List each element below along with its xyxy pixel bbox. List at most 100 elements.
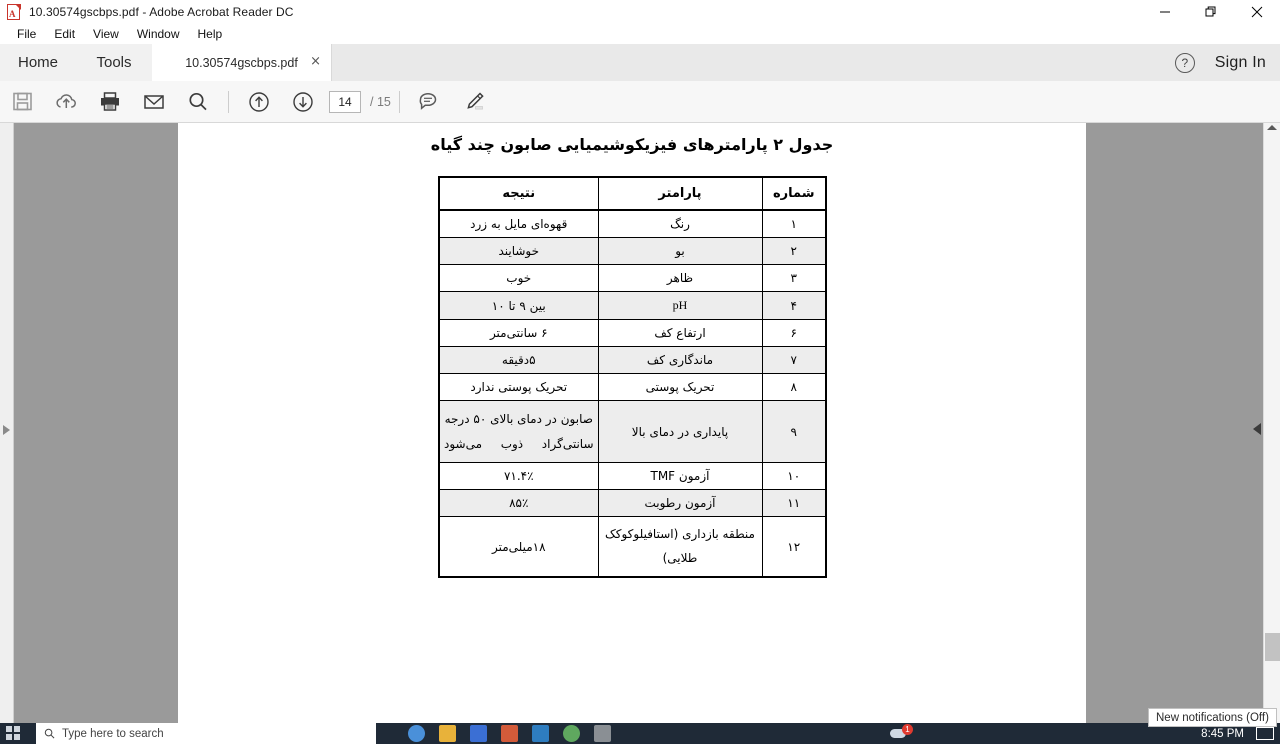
notification-tooltip: New notifications (Off) — [1148, 708, 1277, 727]
table-row: ۳ ظاهر خوب — [438, 264, 827, 292]
cell-parameter: رنگ — [597, 209, 763, 238]
table-row: ۷ ماندگاری کف ۵دقیقه — [438, 346, 827, 374]
cell-number: ۱۰ — [761, 462, 827, 491]
window-title: 10.30574gscbps.pdf - Adobe Acrobat Reade… — [29, 5, 294, 19]
table-row: ۶ ارتفاع کف ۶ سانتی‌متر — [438, 319, 827, 347]
restore-icon[interactable] — [1188, 0, 1234, 24]
cell-number: ۳ — [761, 264, 827, 292]
action-center-icon[interactable] — [1256, 727, 1274, 740]
cell-parameter: پایداری در دمای بالا — [597, 399, 763, 464]
vertical-scrollbar[interactable] — [1263, 123, 1280, 723]
table-row: ۸ تحریک پوستی تحریک پوستی ندارد — [438, 373, 827, 401]
cell-parameter: تحریک پوستی — [597, 373, 763, 401]
acrobat-taskbar-icon[interactable] — [594, 725, 611, 742]
cell-result: بین ۹ تا ۱۰ — [438, 291, 599, 320]
cell-result: ۱۸میلی‌متر — [438, 516, 599, 578]
tab-document-label: 10.30574gscbps.pdf — [185, 55, 298, 70]
chrome-icon[interactable] — [563, 725, 580, 742]
cell-number: ۱۲ — [761, 516, 827, 578]
cell-number: ۹ — [761, 399, 827, 464]
cell-parameter: pH — [597, 291, 763, 320]
cell-parameter: منطقه بازداری (استافیلوکوکک طلایی) — [597, 516, 763, 578]
table-body: ۱ رنگ قهوه‌ای مایل به زرد ۲ بو خوشایند ۳… — [438, 209, 827, 578]
onedrive-notification-icon[interactable]: 1 — [890, 724, 913, 742]
file-explorer-icon[interactable] — [439, 725, 456, 742]
pdf-page: جدول ۲ پارامترهای فیزیکوشیمیایی صابون چن… — [178, 123, 1086, 723]
table-row: ۱ رنگ قهوه‌ای مایل به زرد — [438, 209, 827, 238]
close-icon[interactable] — [1234, 0, 1280, 24]
cell-result: خوب — [438, 264, 599, 292]
cell-number: ۱ — [761, 209, 827, 238]
page-title: جدول ۲ پارامترهای فیزیکوشیمیایی صابون چن… — [430, 135, 834, 154]
header-result: نتیجه — [438, 176, 599, 211]
collapse-panel-icon[interactable] — [1253, 423, 1261, 435]
expand-panel-icon[interactable] — [3, 425, 10, 435]
acrobat-reader-window: A 10.30574gscbps.pdf - Adobe Acrobat Rea… — [0, 0, 1280, 744]
cell-parameter: ماندگاری کف — [597, 346, 763, 374]
scroll-up-icon[interactable] — [1267, 125, 1277, 130]
toolbar-divider — [228, 90, 229, 113]
search-icon[interactable] — [176, 81, 220, 123]
table-row: ۲ بو خوشایند — [438, 237, 827, 265]
table-row: ۴ pH بین ۹ تا ۱۰ — [438, 291, 827, 320]
cell-result: ۵دقیقه — [438, 346, 599, 374]
cell-number: ۱۱ — [761, 489, 827, 518]
store-icon[interactable] — [532, 725, 549, 742]
menu-help[interactable]: Help — [189, 25, 232, 43]
cell-result: قهوه‌ای مایل به زرد — [438, 209, 599, 238]
left-panel-rail[interactable] — [0, 123, 14, 723]
media-player-icon[interactable] — [470, 725, 487, 742]
tab-tools[interactable]: Tools — [76, 44, 152, 81]
menu-file[interactable]: File — [8, 25, 45, 43]
menu-view[interactable]: View — [84, 25, 128, 43]
cell-result: ۷۱.۴٪ — [438, 462, 599, 491]
comment-bubble-icon[interactable] — [408, 81, 452, 123]
cell-result: خوشایند — [438, 237, 599, 265]
menu-bar: File Edit View Window Help — [0, 24, 1280, 44]
search-icon — [44, 728, 55, 739]
tab-home[interactable]: Home — [0, 44, 76, 81]
taskbar-app-icons — [400, 723, 611, 744]
notification-badge: 1 — [902, 724, 913, 735]
cell-number: ۲ — [761, 237, 827, 265]
menu-window[interactable]: Window — [128, 25, 189, 43]
cortana-icon[interactable] — [408, 725, 425, 742]
cell-parameter: بو — [597, 237, 763, 265]
minimize-icon[interactable] — [1142, 0, 1188, 24]
scrollbar-thumb[interactable] — [1265, 633, 1280, 661]
table-row: ۱۱ آزمون رطوبت ۸۵٪ — [438, 489, 827, 518]
parameters-table-wrapper: شماره پارامتر نتیجه ۱ رنگ قهوه‌ای مایل ب… — [438, 176, 828, 578]
save-icon[interactable] — [0, 81, 44, 123]
next-page-icon[interactable] — [281, 81, 325, 123]
close-tab-icon[interactable]: × — [310, 55, 321, 68]
cell-parameter: ارتفاع کف — [597, 319, 763, 347]
email-icon[interactable] — [132, 81, 176, 123]
parameters-table: شماره پارامتر نتیجه ۱ رنگ قهوه‌ای مایل ب… — [438, 176, 827, 578]
pdf-viewer: جدول ۲ پارامترهای فیزیکوشیمیایی صابون چن… — [0, 123, 1280, 723]
tab-document[interactable]: 10.30574gscbps.pdf × — [152, 44, 332, 81]
tab-strip: Home Tools 10.30574gscbps.pdf × ? Sign I… — [0, 44, 1280, 81]
cell-parameter: آزمون TMF — [597, 462, 763, 491]
cell-result: ۸۵٪ — [438, 489, 599, 518]
windows-taskbar: Type here to search 1 8:45 PM — [0, 723, 1280, 744]
cell-number: ۷ — [761, 346, 827, 374]
page-number-input[interactable]: 14 — [329, 90, 361, 113]
cell-result: تحریک پوستی ندارد — [438, 373, 599, 401]
cell-number: ۸ — [761, 373, 827, 401]
tab-strip-filler — [332, 44, 1280, 81]
menu-edit[interactable]: Edit — [45, 25, 84, 43]
print-icon[interactable] — [88, 81, 132, 123]
previous-page-icon[interactable] — [237, 81, 281, 123]
help-icon[interactable]: ? — [1174, 52, 1195, 73]
start-button-icon[interactable] — [6, 726, 21, 741]
upload-cloud-icon[interactable] — [44, 81, 88, 123]
pdf-file-icon: A — [6, 4, 22, 20]
taskbar-search-box[interactable]: Type here to search — [36, 723, 376, 744]
highlighter-pen-icon[interactable] — [452, 81, 496, 123]
sign-in-button[interactable]: Sign In — [1215, 54, 1266, 72]
taskbar-search-placeholder: Type here to search — [62, 727, 164, 740]
paint-icon[interactable] — [501, 725, 518, 742]
title-bar: A 10.30574gscbps.pdf - Adobe Acrobat Rea… — [0, 0, 1280, 24]
cell-number: ۴ — [761, 291, 827, 320]
header-number: شماره — [761, 176, 827, 211]
